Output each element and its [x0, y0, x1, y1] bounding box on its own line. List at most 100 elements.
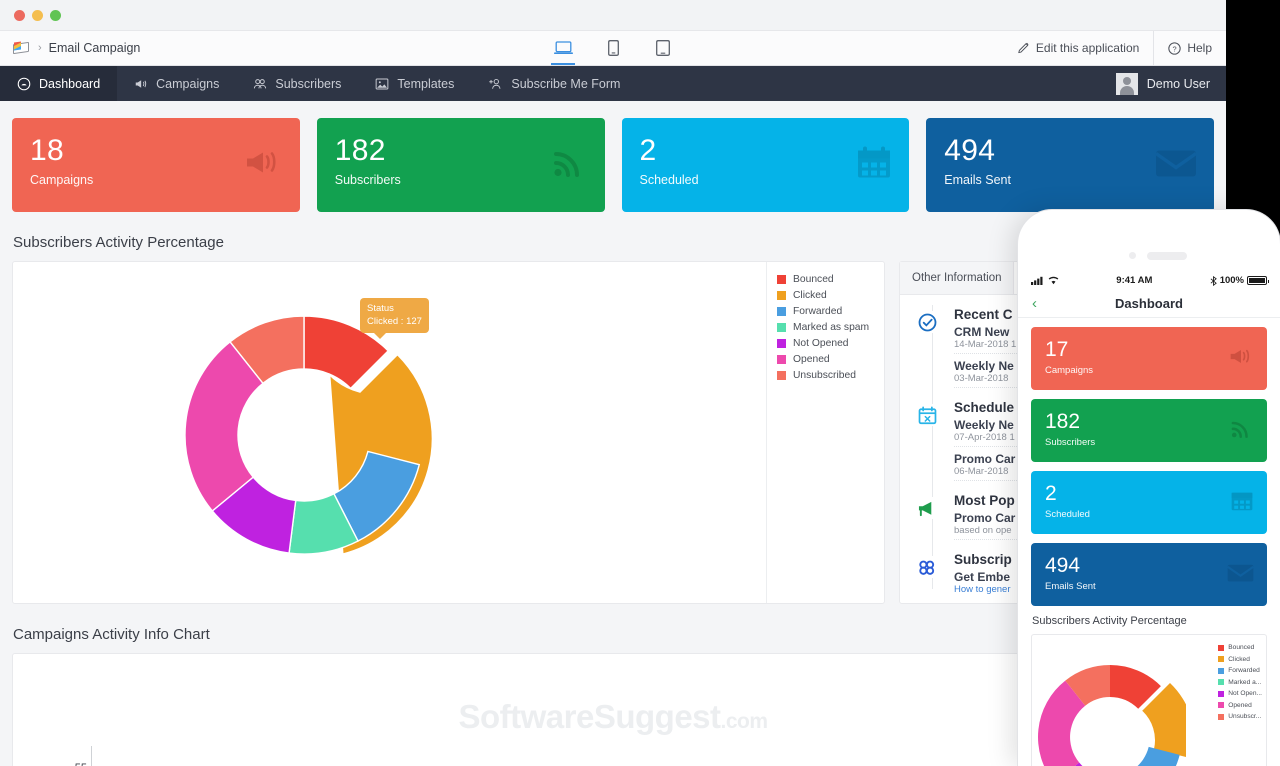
- legend-item[interactable]: Marked a...: [1218, 677, 1262, 689]
- legend-swatch-marked-as-spam: [777, 322, 786, 332]
- battery-icon: [1247, 276, 1269, 285]
- user-name-label: Demo User: [1146, 76, 1210, 91]
- legend-label-forwarded: Forwarded: [1228, 667, 1260, 675]
- kpi-label-subscribers: Subscribers: [334, 172, 401, 187]
- phone-donut-legend: Bounced Clicked Forwarded Marked a... No…: [1218, 642, 1262, 723]
- legend-swatch-not-opened: [1218, 690, 1225, 697]
- nav-item-templates[interactable]: Templates: [358, 66, 471, 101]
- legend-item[interactable]: Marked as spam: [777, 319, 869, 335]
- nav-item-subscribers[interactable]: Subscribers: [236, 66, 358, 101]
- phone-kpi-card-scheduled[interactable]: 2 Scheduled: [1031, 471, 1267, 534]
- calendar-x-icon: [916, 404, 938, 426]
- nav-item-campaigns[interactable]: Campaigns: [117, 66, 236, 101]
- phone-kpi-card-emails-sent[interactable]: 494 Emails Sent: [1031, 543, 1267, 606]
- device-preview-toggle: [548, 31, 678, 65]
- phone-kpi-label-subscribers: Subscribers: [1045, 437, 1096, 448]
- phone-kpi-value-subscribers: 182: [1045, 410, 1081, 433]
- breadcrumb: › Email Campaign: [0, 41, 140, 55]
- legend-item[interactable]: Bounced: [777, 271, 869, 287]
- chart-tooltip: Status Clicked : 127: [360, 298, 429, 339]
- watermark-main: SoftwareSuggest: [458, 698, 721, 735]
- close-window-button[interactable]: [14, 9, 25, 21]
- device-tablet-button[interactable]: [648, 30, 678, 65]
- legend-label-unsubscribed: Unsubscr...: [1228, 713, 1262, 721]
- legend-swatch-forwarded: [1218, 667, 1225, 674]
- phone-kpi-card-campaigns[interactable]: 17 Campaigns: [1031, 327, 1267, 390]
- megaphone-icon: [135, 79, 147, 88]
- legend-item[interactable]: Unsubscr...: [1218, 711, 1262, 723]
- mobile-preview-mockup: 9:41 AM 100% ‹ Dashboard 17 Campaigns 18…: [1018, 210, 1280, 766]
- kpi-value-subscribers: 182: [334, 134, 386, 167]
- nav-label-subscribers: Subscribers: [275, 76, 342, 91]
- legend-swatch-unsubscribed: [1218, 713, 1225, 720]
- legend-item[interactable]: Bounced: [1218, 642, 1262, 654]
- kpi-card-row: 18 Campaigns 182 Subscribers 2 Scheduled: [12, 101, 1214, 212]
- legend-item[interactable]: Not Open...: [1218, 688, 1262, 700]
- device-mobile-button[interactable]: [598, 30, 628, 65]
- phone-donut-chart-svg: [1038, 665, 1186, 766]
- legend-item[interactable]: Opened: [1218, 700, 1262, 712]
- link-icon: [916, 556, 938, 578]
- legend-label-clicked: Clicked: [1228, 655, 1250, 663]
- legend-label-bounced: Bounced: [793, 273, 834, 285]
- breadcrumb-separator: ›: [38, 42, 42, 54]
- zoom-window-button[interactable]: [50, 9, 61, 21]
- legend-item[interactable]: Opened: [777, 351, 869, 367]
- kpi-label-scheduled: Scheduled: [639, 172, 699, 187]
- phone-page-title: Dashboard: [1115, 295, 1183, 311]
- phone-kpi-label-campaigns: Campaigns: [1045, 365, 1094, 376]
- phone-kpi-value-emails-sent: 494: [1045, 554, 1081, 577]
- kpi-card-subscribers[interactable]: 182 Subscribers: [316, 118, 605, 212]
- application-toolbar: › Email Campaign Edit this application ?…: [0, 31, 1226, 66]
- svg-text:?: ?: [1173, 44, 1177, 53]
- breadcrumb-app-name[interactable]: Email Campaign: [49, 41, 141, 55]
- signal-bars-icon: [1031, 276, 1043, 285]
- legend-item[interactable]: Forwarded: [777, 303, 869, 319]
- nav-label-subscribe-me-form: Subscribe Me Form: [511, 76, 621, 91]
- phone-kpi-card-subscribers[interactable]: 182 Subscribers: [1031, 399, 1267, 462]
- kpi-card-scheduled[interactable]: 2 Scheduled: [621, 118, 910, 212]
- legend-swatch-opened: [1218, 702, 1225, 709]
- nav-item-subscribe-me-form[interactable]: Subscribe Me Form: [471, 66, 637, 101]
- help-circle-icon: ?: [1168, 41, 1181, 55]
- legend-swatch-bounced: [777, 274, 786, 284]
- kpi-card-emails-sent[interactable]: 494 Emails Sent: [926, 118, 1214, 212]
- envelope-icon: [1227, 562, 1254, 588]
- legend-item[interactable]: Clicked: [777, 287, 869, 303]
- legend-item[interactable]: Unsubscribed: [777, 367, 869, 383]
- edit-application-button[interactable]: Edit this application: [1004, 31, 1153, 65]
- tab-other-information[interactable]: Other Information: [900, 262, 1015, 294]
- kpi-value-scheduled: 2: [639, 134, 657, 167]
- donut-chart[interactable]: Status Clicked : 127: [159, 290, 449, 580]
- nav-label-templates: Templates: [397, 76, 455, 91]
- legend-item[interactable]: Clicked: [1218, 654, 1262, 666]
- megaphone-icon: [243, 146, 283, 185]
- nav-item-dashboard[interactable]: Dashboard: [0, 66, 118, 101]
- help-button[interactable]: ? Help: [1153, 31, 1226, 65]
- calendar-icon: [1230, 489, 1254, 516]
- check-circle-icon: [916, 311, 938, 333]
- legend-label-marked-as-spam: Marked a...: [1228, 678, 1262, 686]
- gauge-icon: [17, 77, 31, 90]
- window-titlebar: [0, 0, 1226, 31]
- minimize-window-button[interactable]: [32, 9, 43, 21]
- phone-kpi-label-emails-sent: Emails Sent: [1045, 581, 1096, 592]
- pencil-icon: [1018, 42, 1029, 54]
- user-menu[interactable]: Demo User: [1115, 66, 1226, 101]
- legend-item[interactable]: Not Opened: [777, 335, 869, 351]
- phone-status-bar: 9:41 AM 100%: [1018, 272, 1280, 289]
- donut-chart-legend: Bounced Clicked Forwarded Marked as spam…: [766, 262, 884, 603]
- calendar-icon: [856, 146, 892, 185]
- phone-bezel-top: [1018, 210, 1280, 272]
- main-navigation: Dashboard Campaigns Subscribers Template…: [0, 66, 1226, 101]
- kpi-card-campaigns[interactable]: 18 Campaigns: [12, 118, 300, 212]
- chevron-left-icon[interactable]: ‹: [1032, 295, 1037, 312]
- phone-donut-chart-card: Bounced Clicked Forwarded Marked a... No…: [1031, 634, 1267, 766]
- subscribers-activity-chart-card: Status Clicked : 127 Bounced Clicked For…: [12, 261, 885, 604]
- phone-content: 17 Campaigns 182 Subscribers 2 Scheduled: [1018, 318, 1280, 766]
- legend-swatch-opened: [777, 354, 786, 364]
- phone-section-title: Subscribers Activity Percentage: [1032, 615, 1187, 627]
- legend-item[interactable]: Forwarded: [1218, 665, 1262, 677]
- phone-kpi-label-scheduled: Scheduled: [1045, 509, 1090, 520]
- device-desktop-button[interactable]: [548, 30, 578, 65]
